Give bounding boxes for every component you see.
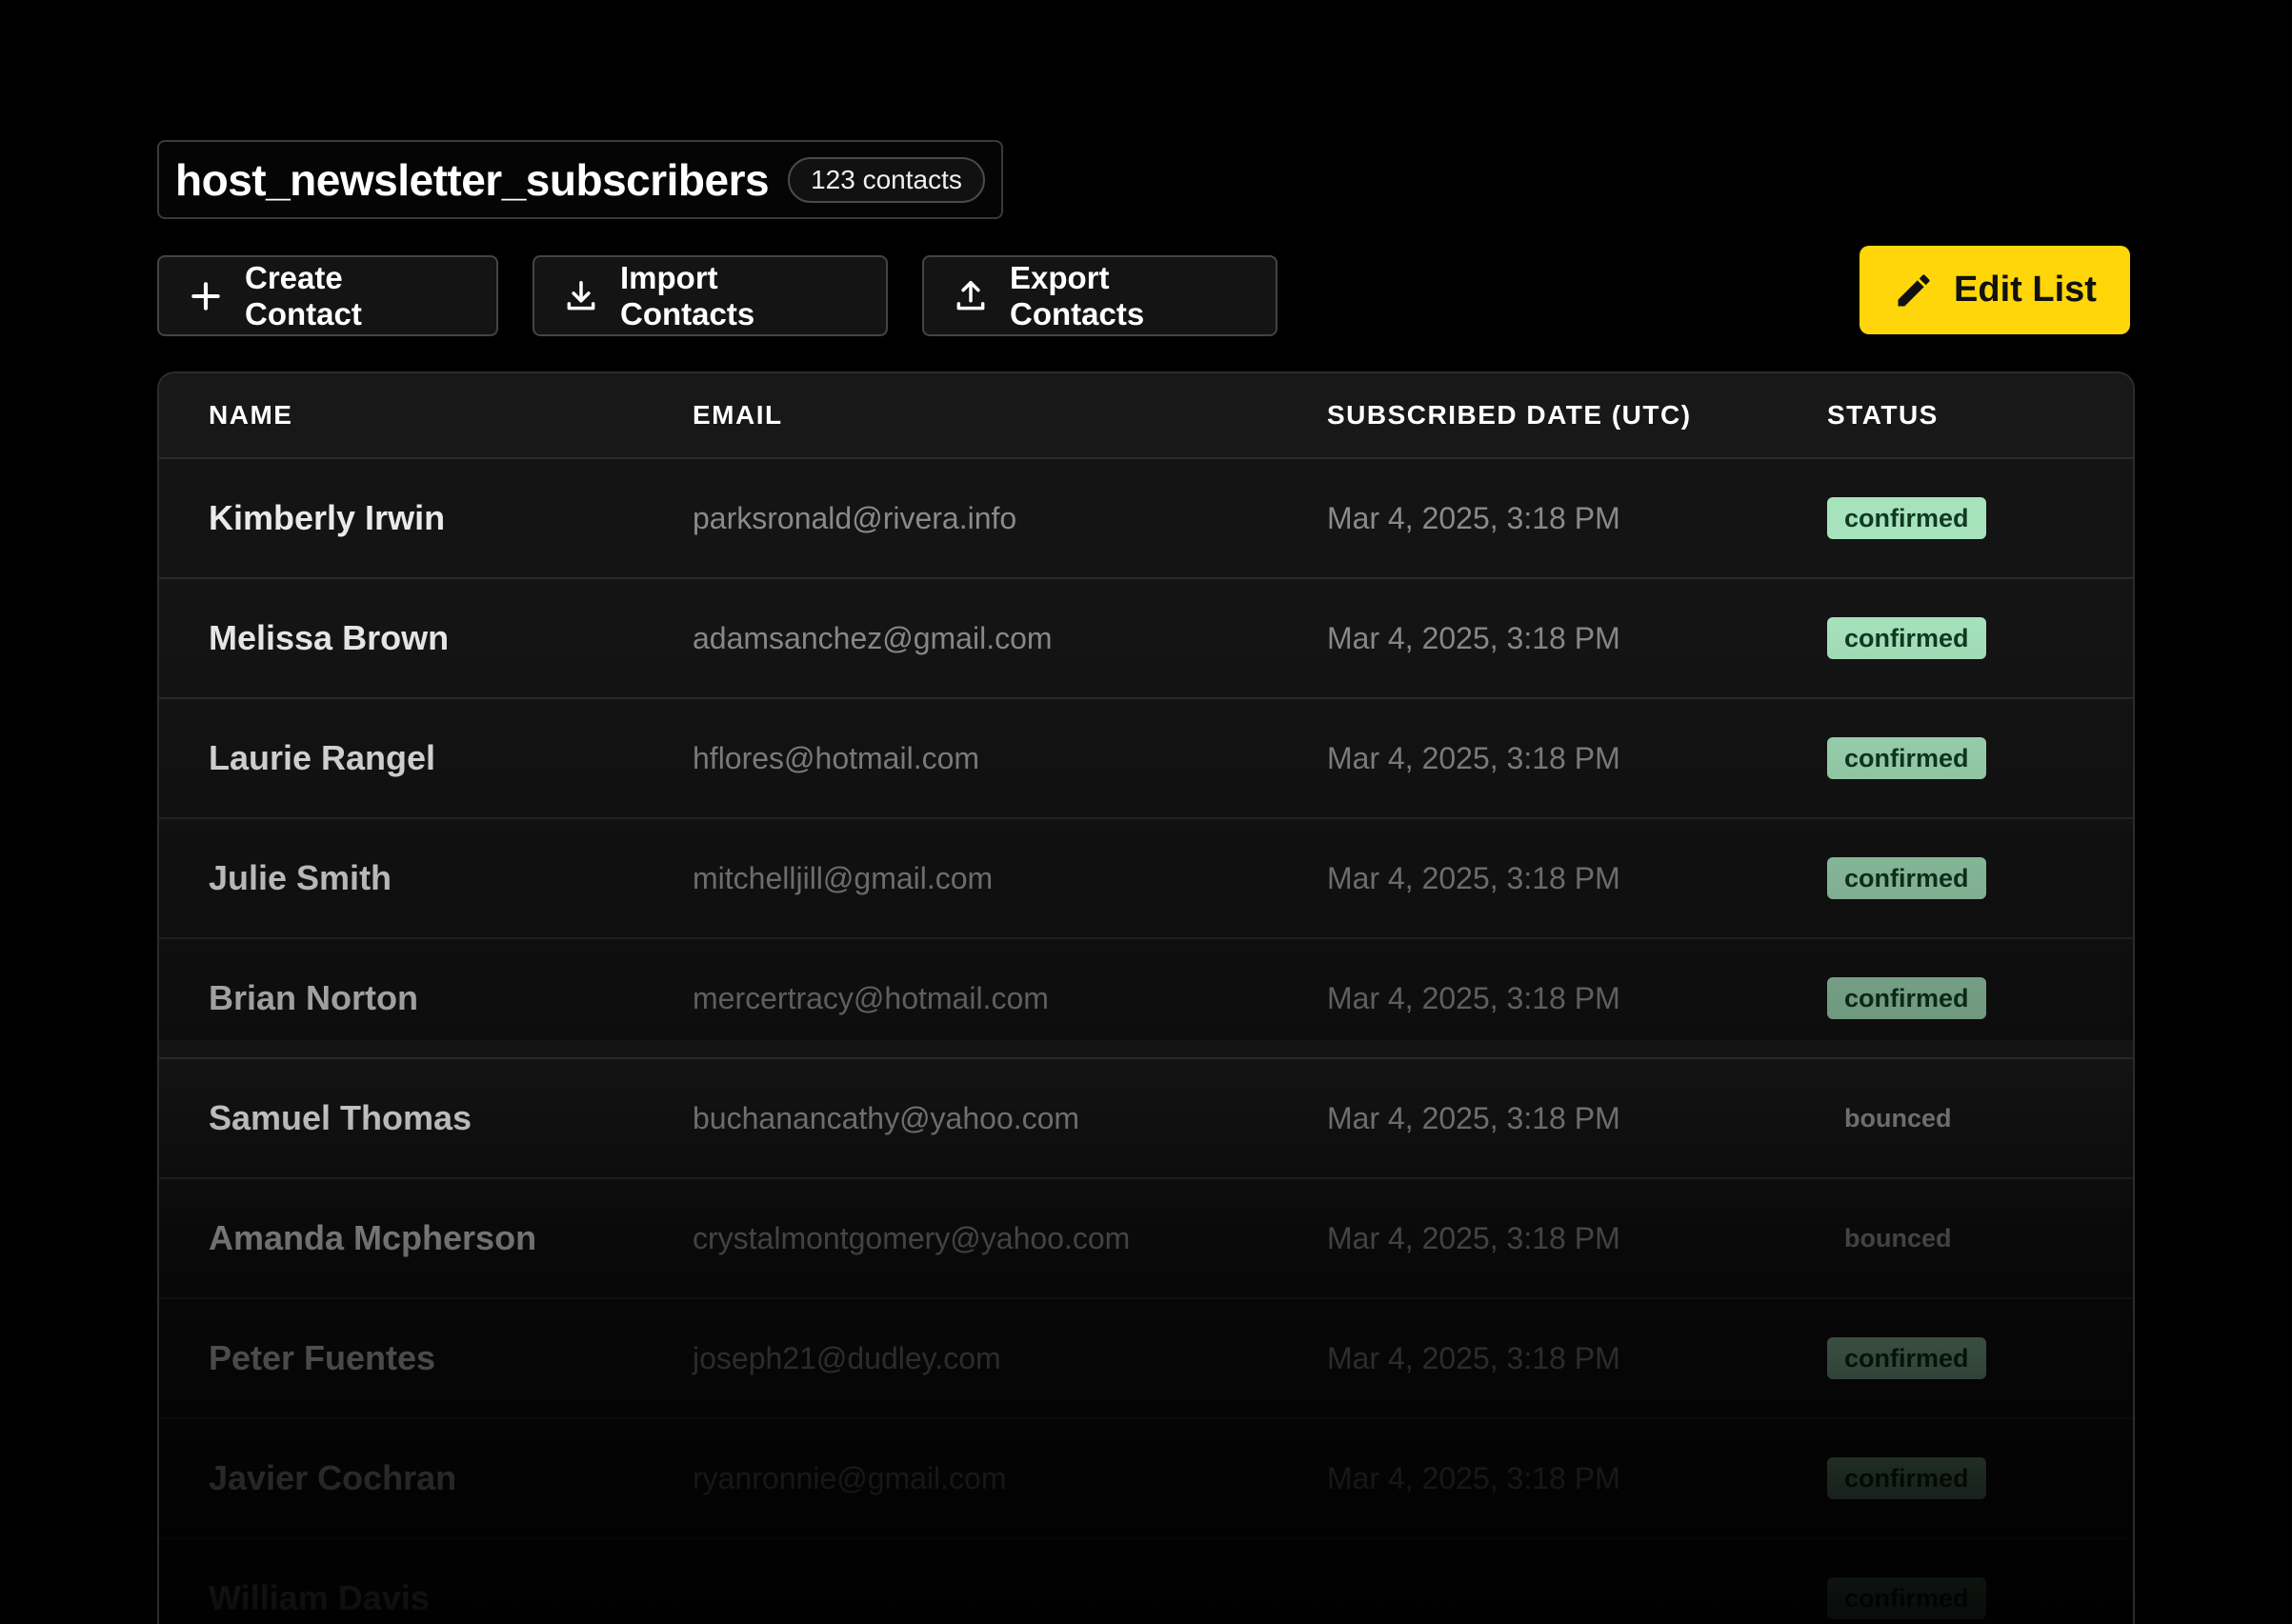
import-contacts-button[interactable]: Import Contacts bbox=[533, 255, 888, 336]
table-row[interactable]: Melissa Brown adamsanchez@gmail.com Mar … bbox=[159, 579, 2133, 699]
status-badge: confirmed bbox=[1827, 737, 1986, 779]
contact-email: parksronald@rivera.info bbox=[693, 500, 1017, 535]
contact-name: Amanda Mcpherson bbox=[209, 1218, 537, 1257]
table-row[interactable]: Javier Cochran ryanronnie@gmail.com Mar … bbox=[159, 1419, 2133, 1539]
edit-list-label: Edit List bbox=[1954, 270, 2097, 310]
upload-icon bbox=[956, 280, 985, 310]
contact-name: Melissa Brown bbox=[209, 618, 450, 657]
action-bar: Create Contact Import Contacts Export Co… bbox=[157, 255, 1277, 336]
column-header-name[interactable]: NAME bbox=[209, 400, 292, 431]
table-header: NAME EMAIL SUBSCRIBED DATE (UTC) STATUS bbox=[159, 373, 2133, 459]
table-row[interactable]: Kimberly Irwin parksronald@rivera.info M… bbox=[159, 459, 2133, 579]
status-badge: confirmed bbox=[1827, 1577, 1986, 1619]
plus-icon bbox=[191, 281, 220, 311]
status-badge: confirmed bbox=[1827, 1457, 1986, 1499]
table-row[interactable]: Amanda Mcpherson crystalmontgomery@yahoo… bbox=[159, 1179, 2133, 1299]
import-contacts-label: Import Contacts bbox=[620, 259, 755, 331]
table-row[interactable]: William Davis confirmed bbox=[159, 1539, 2133, 1624]
contact-subscribed-date: Mar 4, 2025, 3:18 PM bbox=[1327, 1100, 1620, 1135]
contact-email: buchanancathy@yahoo.com bbox=[693, 1100, 1080, 1135]
status-badge: bounced bbox=[1844, 1104, 1952, 1133]
edit-list-button[interactable]: Edit List bbox=[1860, 246, 2130, 334]
contact-subscribed-date: Mar 4, 2025, 3:18 PM bbox=[1327, 740, 1620, 775]
table-row[interactable]: Laurie Rangel hflores@hotmail.com Mar 4,… bbox=[159, 699, 2133, 819]
page: host_newsletter_subscribers 123 contacts… bbox=[0, 0, 2292, 1624]
contact-subscribed-date: Mar 4, 2025, 3:18 PM bbox=[1327, 860, 1620, 895]
contact-subscribed-date: Mar 4, 2025, 3:18 PM bbox=[1327, 500, 1620, 535]
contact-subscribed-date: Mar 4, 2025, 3:18 PM bbox=[1327, 1340, 1620, 1375]
export-contacts-button[interactable]: Export Contacts bbox=[922, 255, 1277, 336]
contact-subscribed-date: Mar 4, 2025, 3:18 PM bbox=[1327, 1220, 1620, 1255]
export-contacts-label: Export Contacts bbox=[1010, 259, 1145, 331]
status-badge: confirmed bbox=[1827, 977, 1986, 1019]
status-badge: confirmed bbox=[1827, 497, 1986, 539]
contact-email: mercertracy@hotmail.com bbox=[693, 980, 1049, 1015]
contact-email: joseph21@dudley.com bbox=[693, 1340, 1001, 1375]
download-icon bbox=[567, 280, 595, 310]
contact-name: Kimberly Irwin bbox=[209, 498, 446, 537]
status-badge: confirmed bbox=[1827, 617, 1986, 659]
table-row[interactable]: Peter Fuentes joseph21@dudley.com Mar 4,… bbox=[159, 1299, 2133, 1419]
contact-email: hflores@hotmail.com bbox=[693, 740, 980, 775]
contact-subscribed-date: Mar 4, 2025, 3:18 PM bbox=[1327, 620, 1620, 655]
create-contact-label: Create Contact bbox=[245, 259, 362, 331]
table-row[interactable]: Brian Norton mercertracy@hotmail.com Mar… bbox=[159, 939, 2133, 1059]
contact-subscribed-date: Mar 4, 2025, 3:18 PM bbox=[1327, 980, 1620, 1015]
status-badge: confirmed bbox=[1827, 1337, 1986, 1379]
status-badge: confirmed bbox=[1827, 857, 1986, 899]
contact-name: Peter Fuentes bbox=[209, 1338, 436, 1377]
create-contact-button[interactable]: Create Contact bbox=[157, 255, 498, 336]
table-row[interactable]: Samuel Thomas buchanancathy@yahoo.com Ma… bbox=[159, 1059, 2133, 1179]
list-header: host_newsletter_subscribers 123 contacts bbox=[157, 140, 1003, 219]
contact-name: Samuel Thomas bbox=[209, 1098, 472, 1137]
list-title: host_newsletter_subscribers bbox=[175, 154, 770, 205]
column-header-subscribed-date[interactable]: SUBSCRIBED DATE (UTC) bbox=[1327, 400, 1692, 431]
pencil-icon bbox=[1898, 273, 1930, 306]
contact-email: adamsanchez@gmail.com bbox=[693, 620, 1053, 655]
contact-name: Brian Norton bbox=[209, 978, 418, 1017]
column-header-email[interactable]: EMAIL bbox=[693, 400, 783, 431]
contact-name: William Davis bbox=[209, 1578, 430, 1617]
status-badge: bounced bbox=[1844, 1224, 1952, 1253]
contacts-table: NAME EMAIL SUBSCRIBED DATE (UTC) STATUS … bbox=[157, 371, 2135, 1624]
table-row[interactable]: Julie Smith mitchelljill@gmail.com Mar 4… bbox=[159, 819, 2133, 939]
contact-name: Laurie Rangel bbox=[209, 738, 436, 777]
contact-name: Javier Cochran bbox=[209, 1458, 457, 1497]
contact-email: ryanronnie@gmail.com bbox=[693, 1460, 1007, 1495]
contact-subscribed-date: Mar 4, 2025, 3:18 PM bbox=[1327, 1460, 1620, 1495]
contact-email: mitchelljill@gmail.com bbox=[693, 860, 994, 895]
contact-email: crystalmontgomery@yahoo.com bbox=[693, 1220, 1131, 1255]
contact-count-badge: 123 contacts bbox=[788, 156, 985, 203]
contact-name: Julie Smith bbox=[209, 858, 392, 897]
column-header-status[interactable]: STATUS bbox=[1827, 400, 1939, 431]
